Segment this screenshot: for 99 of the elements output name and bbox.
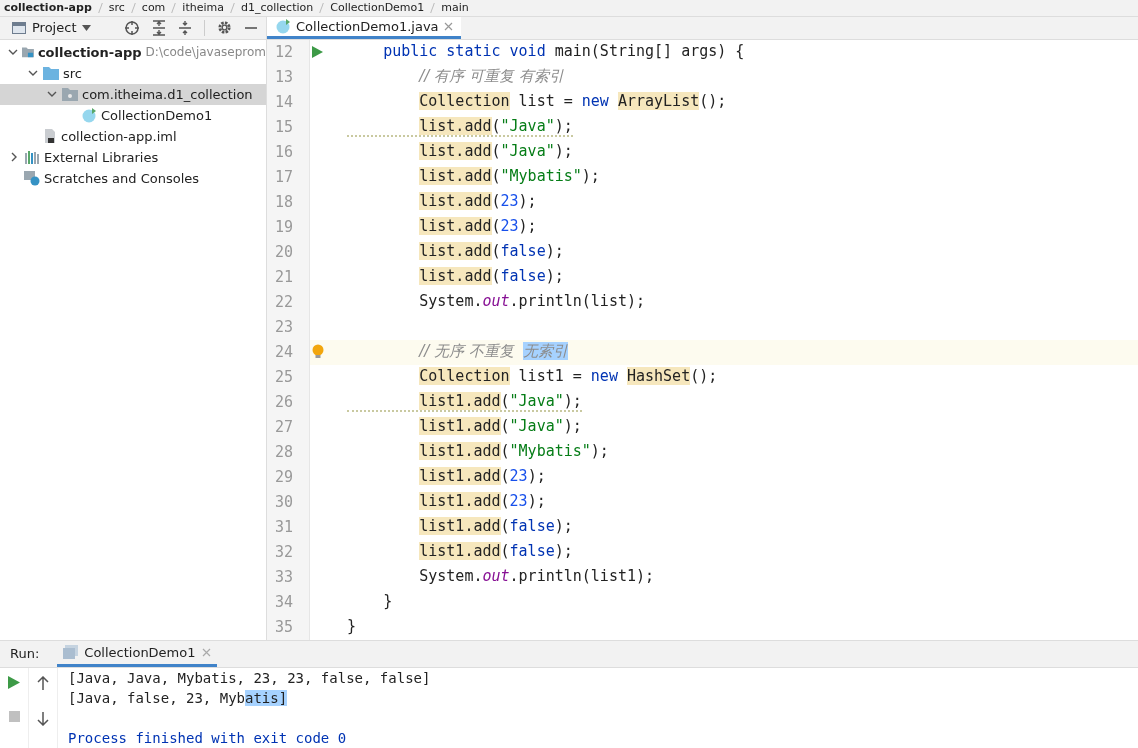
line-number: 18 bbox=[267, 189, 309, 215]
breadcrumb-item[interactable]: collection-app bbox=[4, 1, 92, 15]
console-output-line: [Java, Java, Mybatis, 23, 23, false, false] bbox=[68, 669, 431, 686]
code-line: list1.add(23); bbox=[418, 467, 546, 488]
code-line: list1.add(23); bbox=[418, 492, 546, 513]
folder-icon bbox=[43, 66, 59, 81]
chevron-down-icon bbox=[28, 69, 38, 77]
editor-tab[interactable]: CollectionDemo1.java bbox=[267, 16, 461, 39]
code-line: // 无序 不重复 无索引 bbox=[417, 341, 569, 362]
line-number: 14 bbox=[267, 89, 309, 115]
line-number: 30 bbox=[267, 489, 309, 515]
tree-item[interactable]: collection-app.iml bbox=[0, 125, 266, 147]
tree-item[interactable]: com.itheima.d1_collection bbox=[0, 83, 266, 105]
tree-item[interactable]: Scratches and Consoles bbox=[0, 167, 266, 189]
scratches-icon bbox=[24, 170, 40, 187]
line-number: 28 bbox=[267, 439, 309, 465]
code-line: Collection list = new ArrayList(); bbox=[418, 92, 727, 113]
breadcrumb-item[interactable]: CollectionDemo1 bbox=[330, 1, 425, 15]
code-line: } bbox=[347, 617, 357, 638]
code-line: list.add("Java"); bbox=[418, 142, 573, 163]
code-line: list1.add("Java"); bbox=[347, 392, 582, 413]
tree-label: CollectionDemo1 bbox=[101, 107, 213, 123]
code-line: // 有序 可重复 有索引 bbox=[417, 66, 564, 87]
class-icon bbox=[275, 18, 291, 35]
line-number: 22 bbox=[267, 289, 309, 315]
line-number: 15 bbox=[267, 114, 309, 140]
code-line: list.add(false); bbox=[418, 267, 564, 288]
line-number: 32 bbox=[267, 539, 309, 565]
window-icon bbox=[12, 21, 26, 34]
chevron-down-icon bbox=[47, 90, 57, 98]
line-number: 23 bbox=[267, 314, 309, 340]
locate-icon[interactable] bbox=[124, 19, 140, 36]
collapse-all-icon[interactable] bbox=[178, 19, 192, 36]
settings-icon[interactable] bbox=[217, 20, 232, 36]
line-number: 31 bbox=[267, 514, 309, 540]
line-number: 21 bbox=[267, 264, 309, 290]
line-number: 17 bbox=[267, 164, 309, 190]
line-number: 34 bbox=[267, 589, 309, 615]
console-output-line: [Java, false, 23, Mybatis] bbox=[68, 689, 288, 706]
code-line: public static void main(String[] args) { bbox=[382, 42, 745, 63]
code-line: list1.add(false); bbox=[418, 517, 573, 538]
line-number: 25 bbox=[267, 364, 309, 390]
code-line: list1.add("Mybatis"); bbox=[418, 442, 609, 463]
line-number: 12 bbox=[267, 39, 309, 65]
caret-icon bbox=[82, 24, 92, 31]
arrow-up-icon[interactable] bbox=[37, 675, 49, 690]
line-number: 26 bbox=[267, 389, 309, 415]
chevron-down-icon bbox=[8, 48, 18, 56]
class-icon bbox=[81, 107, 97, 124]
tree-item[interactable]: collection-app D:\code\javaseprom bbox=[0, 41, 266, 63]
line-number: 35 bbox=[267, 614, 309, 640]
code-line: list.add(false); bbox=[418, 242, 564, 263]
line-number: 20 bbox=[267, 239, 309, 265]
tree-item[interactable]: CollectionDemo1 bbox=[0, 104, 266, 126]
breadcrumb-item[interactable]: d1_collection bbox=[240, 1, 314, 15]
code-line: list1.add(false); bbox=[418, 542, 573, 563]
code-line: } bbox=[382, 592, 393, 613]
console-output-line: Process finished with exit code 0 bbox=[68, 729, 347, 746]
line-number: 19 bbox=[267, 214, 309, 240]
chevron-right-icon bbox=[10, 152, 18, 163]
lightbulb-icon[interactable] bbox=[312, 344, 324, 361]
breadcrumb-item[interactable]: itheima bbox=[182, 1, 224, 15]
line-number: 27 bbox=[267, 414, 309, 440]
breadcrumb-item[interactable]: com bbox=[141, 1, 166, 15]
run-icon[interactable] bbox=[312, 46, 323, 59]
run-icon[interactable] bbox=[8, 675, 20, 689]
tree-label: com.itheima.d1_collection bbox=[82, 86, 253, 102]
console-icon bbox=[63, 645, 79, 660]
package-folder-icon bbox=[62, 87, 78, 102]
module-folder-icon bbox=[22, 45, 34, 60]
line-number: 24 bbox=[267, 339, 309, 365]
code-line: list1.add("Java"); bbox=[418, 417, 582, 438]
tree-label: collection-app bbox=[37, 44, 142, 60]
expand-all-icon[interactable] bbox=[152, 19, 166, 36]
close-icon[interactable] bbox=[201, 647, 211, 657]
tree-item[interactable]: External Libraries bbox=[0, 146, 266, 168]
close-icon[interactable] bbox=[443, 21, 453, 31]
tree-label: src bbox=[63, 65, 82, 81]
run-label: Run: bbox=[10, 646, 40, 662]
line-number: 29 bbox=[267, 464, 309, 490]
libraries-icon bbox=[24, 150, 40, 165]
line-number: 16 bbox=[267, 139, 309, 165]
code-line: System.out.println(list); bbox=[418, 292, 646, 313]
arrow-down-icon[interactable] bbox=[37, 711, 49, 726]
line-number: 33 bbox=[267, 564, 309, 590]
breadcrumb-item[interactable]: src bbox=[108, 1, 125, 15]
tree-label: External Libraries bbox=[44, 149, 159, 165]
tree-label: collection-app.iml bbox=[61, 128, 177, 144]
code-line: list.add("Mybatis"); bbox=[418, 167, 600, 188]
code-line: list.add("Java"); bbox=[347, 117, 573, 138]
line-number: 13 bbox=[267, 64, 309, 90]
file-icon bbox=[43, 128, 57, 145]
run-tab[interactable]: CollectionDemo1 bbox=[57, 640, 217, 667]
breadcrumb-item[interactable]: main bbox=[441, 1, 469, 15]
path-label: D:\code\javaseprom bbox=[145, 45, 266, 60]
tree-item[interactable]: src bbox=[0, 62, 266, 84]
code-line: System.out.println(list1); bbox=[418, 567, 655, 588]
tree-label: Scratches and Consoles bbox=[44, 170, 200, 186]
code-line: Collection list1 = new HashSet(); bbox=[418, 367, 718, 388]
